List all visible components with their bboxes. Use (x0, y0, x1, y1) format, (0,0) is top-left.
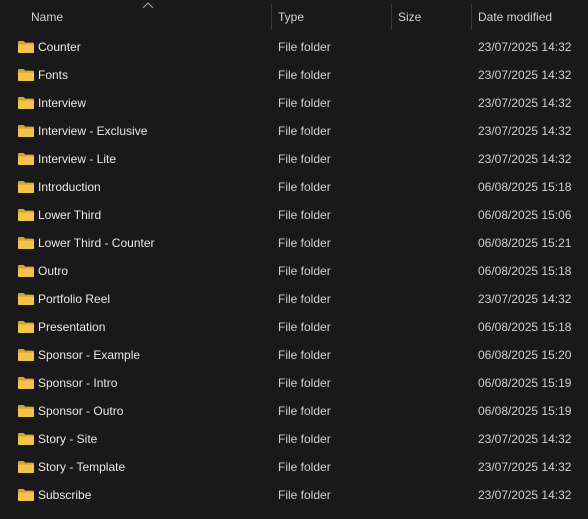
folder-icon (18, 405, 34, 417)
folder-icon (18, 461, 34, 473)
column-header-type[interactable]: Type (278, 0, 304, 34)
file-row[interactable]: Lower Third File folder 06/08/2025 15:06 (0, 201, 588, 229)
file-name: Story - Template (38, 460, 126, 474)
folder-icon (18, 41, 34, 53)
folder-icon (18, 377, 34, 389)
file-type: File folder (278, 432, 331, 446)
column-header-date-modified[interactable]: Date modified (478, 0, 552, 34)
file-name: Introduction (38, 180, 101, 194)
column-header-size[interactable]: Size (398, 0, 421, 34)
file-row[interactable]: Interview - Lite File folder 23/07/2025 14… (0, 145, 588, 173)
file-name: Subscribe (38, 488, 92, 502)
folder-icon (18, 125, 34, 137)
file-type: File folder (278, 236, 331, 250)
file-date-modified: 23/07/2025 14:32 (478, 68, 572, 82)
file-name: Interview - Lite (38, 152, 117, 166)
file-type: File folder (278, 488, 331, 502)
file-name: Sponsor - Example (38, 348, 141, 362)
file-date-modified: 23/07/2025 14:32 (478, 460, 572, 474)
file-date-modified: 23/07/2025 14:32 (478, 152, 572, 166)
folder-icon (18, 293, 34, 305)
folder-icon (18, 489, 34, 501)
file-type: File folder (278, 404, 331, 418)
file-type: File folder (278, 40, 331, 54)
folder-icon (18, 97, 34, 109)
file-row[interactable]: Sponsor - Example File folder 06/08/2025 1… (0, 341, 588, 369)
sort-up-arrow-icon[interactable] (142, 1, 154, 9)
file-list: Counter File folder 23/07/2025 14:32 Fonts F… (0, 33, 588, 509)
file-date-modified: 23/07/2025 14:32 (478, 292, 572, 306)
file-type: File folder (278, 460, 331, 474)
folder-icon (18, 265, 34, 277)
file-row[interactable]: Sponsor - Intro File folder 06/08/2025 15:… (0, 369, 588, 397)
column-header-bar: Name Type Size Date modified (0, 0, 588, 34)
file-type: File folder (278, 292, 331, 306)
file-date-modified: 23/07/2025 14:32 (478, 124, 572, 138)
file-row[interactable]: Presentation File folder 06/08/2025 15:18 (0, 313, 588, 341)
file-row[interactable]: Lower Third - Counter File folder 06/08/20… (0, 229, 588, 257)
file-date-modified: 06/08/2025 15:18 (478, 320, 572, 334)
file-name: Fonts (38, 68, 69, 82)
file-date-modified: 23/07/2025 14:32 (478, 488, 572, 502)
file-name: Story - Site (38, 432, 98, 446)
file-date-modified: 06/08/2025 15:18 (478, 180, 572, 194)
file-type: File folder (278, 348, 331, 362)
file-date-modified: 06/08/2025 15:19 (478, 404, 572, 418)
file-type: File folder (278, 264, 331, 278)
file-row[interactable]: Story - Template File folder 23/07/2025 14… (0, 453, 588, 481)
file-row[interactable]: Interview File folder 23/07/2025 14:32 (0, 89, 588, 117)
file-row[interactable]: Subscribe File folder 23/07/2025 14:32 (0, 481, 588, 509)
file-row[interactable]: Sponsor - Outro File folder 06/08/2025 15:… (0, 397, 588, 425)
file-date-modified: 23/07/2025 14:32 (478, 40, 572, 54)
folder-icon (18, 181, 34, 193)
file-row[interactable]: Outro File folder 06/08/2025 15:18 (0, 257, 588, 285)
file-name: Sponsor - Outro (38, 404, 124, 418)
folder-icon (18, 69, 34, 81)
file-type: File folder (278, 208, 331, 222)
file-type: File folder (278, 376, 331, 390)
column-divider[interactable] (391, 4, 392, 30)
file-name: Lower Third - Counter (38, 236, 155, 250)
file-date-modified: 06/08/2025 15:21 (478, 236, 572, 250)
column-header-name[interactable]: Name (31, 0, 63, 34)
file-name: Sponsor - Intro (38, 376, 118, 390)
file-type: File folder (278, 68, 331, 82)
file-type: File folder (278, 320, 331, 334)
file-row[interactable]: Story - Site File folder 23/07/2025 14:32 (0, 425, 588, 453)
file-row[interactable]: Interview - Exclusive File folder 23/07/20… (0, 117, 588, 145)
folder-icon (18, 153, 34, 165)
file-name: Counter (38, 40, 81, 54)
file-date-modified: 06/08/2025 15:06 (478, 208, 572, 222)
file-row[interactable]: Fonts File folder 23/07/2025 14:32 (0, 61, 588, 89)
file-row[interactable]: Portfolio Reel File folder 23/07/2025 14:3… (0, 285, 588, 313)
file-date-modified: 06/08/2025 15:19 (478, 376, 572, 390)
file-name: Presentation (38, 320, 106, 334)
file-name: Portfolio Reel (38, 292, 111, 306)
column-divider[interactable] (271, 4, 272, 30)
file-type: File folder (278, 180, 331, 194)
file-date-modified: 06/08/2025 15:18 (478, 264, 572, 278)
file-name: Interview - Exclusive (38, 124, 148, 138)
folder-icon (18, 433, 34, 445)
file-date-modified: 23/07/2025 14:32 (478, 432, 572, 446)
file-name: Interview (38, 96, 87, 110)
folder-icon (18, 209, 34, 221)
file-type: File folder (278, 96, 331, 110)
folder-icon (18, 349, 34, 361)
file-type: File folder (278, 124, 331, 138)
column-divider[interactable] (471, 4, 472, 30)
file-row[interactable]: Introduction File folder 06/08/2025 15:18 (0, 173, 588, 201)
file-type: File folder (278, 152, 331, 166)
folder-icon (18, 321, 34, 333)
folder-icon (18, 237, 34, 249)
file-date-modified: 23/07/2025 14:32 (478, 96, 572, 110)
file-row[interactable]: Counter File folder 23/07/2025 14:32 (0, 33, 588, 61)
file-date-modified: 06/08/2025 15:20 (478, 348, 572, 362)
file-name: Lower Third (38, 208, 102, 222)
file-name: Outro (38, 264, 69, 278)
